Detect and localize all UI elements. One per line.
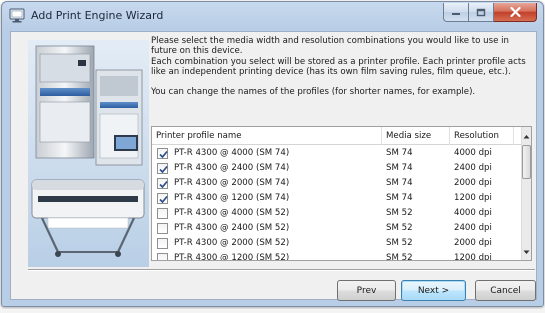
profile-name: PT-R 4300 @ 2400 (SM 52) [174,223,290,233]
row-checkbox[interactable] [157,253,168,260]
table-row[interactable]: PT-R 4300 @ 1200 (SM 52) SM 52 1200 dpi [152,251,523,261]
media-size: SM 74 [386,163,413,173]
profile-name: PT-R 4300 @ 4000 (SM 52) [174,208,290,218]
button-separator [28,269,535,271]
minimize-icon [452,13,460,15]
printer-profile-list[interactable]: Printer profile name Media size Resoluti… [151,126,532,261]
table-row[interactable]: PT-R 4300 @ 2000 (SM 52) SM 52 2000 dpi [152,236,523,251]
row-checkbox[interactable] [157,193,168,204]
resolution: 1200 dpi [454,193,492,203]
title-bar[interactable]: Add Print Engine Wizard [2,2,543,30]
column-header-profile-name[interactable]: Printer profile name [152,127,382,145]
row-checkbox[interactable] [157,178,168,189]
resolution: 2400 dpi [454,223,492,233]
row-checkbox[interactable] [157,163,168,174]
wizard-content: Please select the media width and resolu… [10,31,537,301]
checkmark-icon [159,180,168,189]
instructions: Please select the media width and resolu… [151,36,535,97]
window-title: Add Print Engine Wizard [31,9,164,22]
scroll-up-icon[interactable] [522,130,531,143]
row-checkbox[interactable] [157,223,168,234]
minimize-button[interactable] [443,3,469,22]
resolution: 1200 dpi [454,253,492,261]
media-size: SM 74 [386,148,413,158]
column-header-resolution[interactable]: Resolution [450,127,514,145]
instruction-paragraph: Please select the media width and resolu… [151,36,509,57]
table-row[interactable]: PT-R 4300 @ 2400 (SM 52) SM 52 2400 dpi [152,221,523,236]
maximize-icon [476,8,486,16]
prev-button[interactable]: Prev [337,280,396,301]
resolution: 2000 dpi [454,238,492,248]
instruction-paragraph: You can change the names of the profiles… [151,87,476,98]
profile-name: PT-R 4300 @ 2000 (SM 74) [174,178,290,188]
table-row[interactable]: PT-R 4300 @ 1200 (SM 74) SM 74 1200 dpi [152,191,523,206]
list-header: Printer profile name Media size Resoluti… [152,127,523,145]
cancel-button[interactable]: Cancel [475,280,536,301]
table-row[interactable]: PT-R 4300 @ 2000 (SM 74) SM 74 2000 dpi [152,176,523,191]
column-header-media-size[interactable]: Media size [382,127,450,145]
profile-name: PT-R 4300 @ 2400 (SM 74) [174,163,290,173]
background-strip [0,309,545,313]
maximize-button[interactable] [469,3,494,22]
row-checkbox[interactable] [157,238,168,249]
resolution: 2000 dpi [454,178,492,188]
checkmark-icon [159,150,168,159]
row-checkbox[interactable] [157,148,168,159]
table-row[interactable]: PT-R 4300 @ 2400 (SM 74) SM 74 2400 dpi [152,161,523,176]
printer-illustration [28,40,149,267]
media-size: SM 74 [386,193,413,203]
next-button[interactable]: Next > [401,280,466,301]
media-size: SM 52 [386,208,413,218]
media-size: SM 52 [386,223,413,233]
scroll-down-icon[interactable] [522,246,531,259]
monitor-icon [9,8,25,23]
profile-name: PT-R 4300 @ 1200 (SM 74) [174,193,290,203]
resolution: 2400 dpi [454,163,492,173]
media-size: SM 52 [386,238,413,248]
instruction-paragraph: Each combination you select will be stor… [151,56,526,77]
resolution: 4000 dpi [454,148,492,158]
close-icon [509,7,521,17]
row-checkbox[interactable] [157,208,168,219]
wizard-window: Add Print Engine Wizard Please select th… [1,1,544,307]
media-size: SM 74 [386,178,413,188]
close-button[interactable] [494,3,537,22]
profile-name: PT-R 4300 @ 1200 (SM 52) [174,253,290,261]
profile-name: PT-R 4300 @ 4000 (SM 74) [174,148,290,158]
table-row[interactable]: PT-R 4300 @ 4000 (SM 74) SM 74 4000 dpi [152,146,523,161]
vertical-scrollbar[interactable] [521,127,531,260]
checkmark-icon [159,195,168,204]
caption-buttons [443,3,537,22]
media-size: SM 52 [386,253,413,261]
scroll-thumb[interactable] [522,145,531,179]
resolution: 4000 dpi [454,208,492,218]
list-rows: PT-R 4300 @ 4000 (SM 74) SM 74 4000 dpi … [152,146,523,261]
profile-name: PT-R 4300 @ 2000 (SM 52) [174,238,290,248]
checkmark-icon [159,165,168,174]
table-row[interactable]: PT-R 4300 @ 4000 (SM 52) SM 52 4000 dpi [152,206,523,221]
